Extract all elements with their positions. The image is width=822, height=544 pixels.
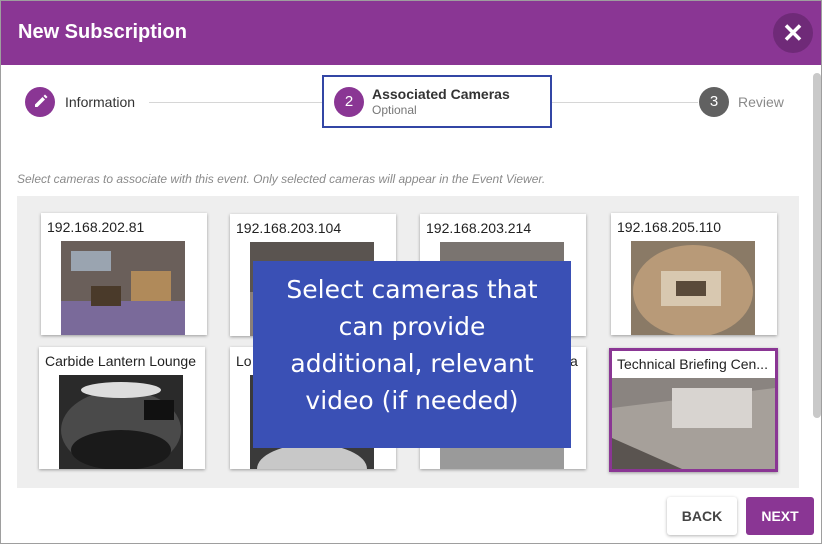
camera-thumbnail (631, 241, 755, 335)
camera-label: Carbide Lantern Lounge (45, 353, 197, 369)
onboarding-tooltip: Select cameras that can provide addition… (253, 261, 571, 448)
step-3-circle[interactable]: 3 (699, 87, 729, 117)
next-button[interactable]: NEXT (746, 497, 814, 535)
step-connector (552, 102, 698, 103)
camera-card[interactable]: 192.168.205.110 (611, 213, 777, 335)
camera-label: 192.168.203.104 (236, 220, 342, 236)
tooltip-line: can provide (338, 312, 486, 341)
camera-card-selected[interactable]: Technical Briefing Cen... (609, 348, 778, 472)
dialog-header: New Subscription ✕ (1, 1, 821, 65)
tooltip-line: Select cameras that (286, 275, 538, 304)
close-button[interactable]: ✕ (773, 13, 813, 53)
camera-label: 192.168.205.110 (617, 219, 722, 235)
tooltip-line: video (if needed) (305, 386, 519, 415)
close-icon: ✕ (782, 18, 804, 48)
scrollbar[interactable] (813, 73, 821, 418)
camera-thumbnail (61, 241, 185, 335)
tooltip-line: additional, relevant (290, 349, 534, 378)
camera-label: 192.168.202.81 (47, 219, 145, 235)
dialog-title: New Subscription (18, 21, 187, 43)
step-connector (149, 102, 324, 103)
camera-label: a (570, 353, 578, 369)
new-subscription-dialog: New Subscription ✕ Information 2 Associa… (0, 0, 822, 544)
camera-card[interactable]: Carbide Lantern Lounge (39, 347, 205, 469)
stepper: Information 2 Associated Cameras Optiona… (1, 65, 811, 145)
back-button[interactable]: BACK (667, 497, 737, 535)
step-1-circle[interactable] (25, 87, 55, 117)
pencil-icon (35, 94, 48, 107)
camera-card[interactable]: 192.168.202.81 (41, 213, 207, 335)
step-2-circle[interactable]: 2 (334, 87, 364, 117)
camera-label: 192.168.203.214 (426, 220, 532, 236)
step-1-label[interactable]: Information (65, 94, 135, 110)
step-3-label[interactable]: Review (738, 94, 784, 110)
camera-thumbnail (612, 378, 775, 469)
camera-label: Technical Briefing Cen... (617, 356, 768, 372)
camera-thumbnail (59, 375, 183, 469)
step-2-label[interactable]: Associated Cameras (372, 86, 510, 102)
step-2-sublabel: Optional (372, 103, 417, 117)
instructions-text: Select cameras to associate with this ev… (17, 172, 546, 186)
